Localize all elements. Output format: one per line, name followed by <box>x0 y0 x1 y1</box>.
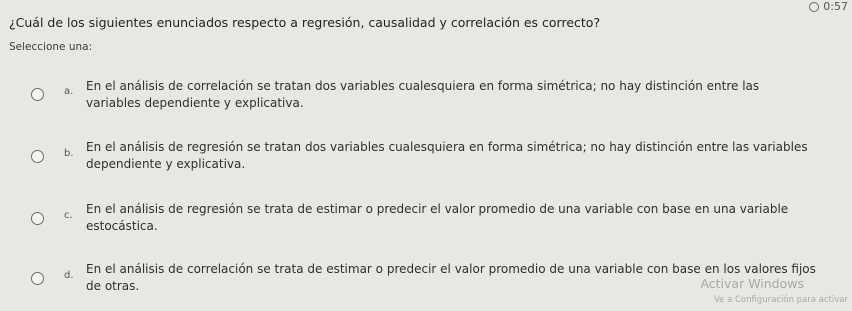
option-text-line: En el análisis de regresión se tratan do… <box>86 140 808 154</box>
option-c[interactable]: c. En el análisis de regresión se trata … <box>0 193 852 253</box>
quiz-timer: 0:57 <box>809 0 848 13</box>
radio-option-c[interactable] <box>31 212 44 225</box>
option-b[interactable]: b. En el análisis de regresión se tratan… <box>0 130 852 190</box>
option-letter: a. <box>64 86 74 97</box>
instruction-text: Seleccione una: <box>9 41 93 53</box>
radio-option-d[interactable] <box>31 272 44 285</box>
radio-option-a[interactable] <box>31 88 44 101</box>
option-a[interactable]: a. En el análisis de correlación se trat… <box>0 70 852 130</box>
option-letter: b. <box>64 148 74 159</box>
option-text: En el análisis de correlación se tratan … <box>86 78 846 112</box>
question-text: ¿Cuál de los siguientes enunciados respe… <box>9 15 601 30</box>
clock-icon <box>809 1 820 12</box>
option-text-line: En el análisis de correlación se tratan … <box>86 79 760 93</box>
timer-text: 0:57 <box>823 0 848 13</box>
option-letter: c. <box>64 210 73 221</box>
option-text-line: dependiente y explicativa. <box>86 157 246 171</box>
option-text: En el análisis de regresión se trata de … <box>86 201 846 235</box>
option-text-line: estocástica. <box>86 219 158 233</box>
activate-windows-subtitle: Ve a Configuración para activar <box>713 295 848 305</box>
activate-windows-title: Activar Windows <box>700 276 804 291</box>
option-letter: d. <box>64 270 74 281</box>
radio-option-b[interactable] <box>31 150 44 163</box>
option-text: En el análisis de regresión se tratan do… <box>86 139 846 173</box>
option-text-line: En el análisis de regresión se trata de … <box>86 202 789 216</box>
option-text-line: variables dependiente y explicativa. <box>86 96 304 110</box>
